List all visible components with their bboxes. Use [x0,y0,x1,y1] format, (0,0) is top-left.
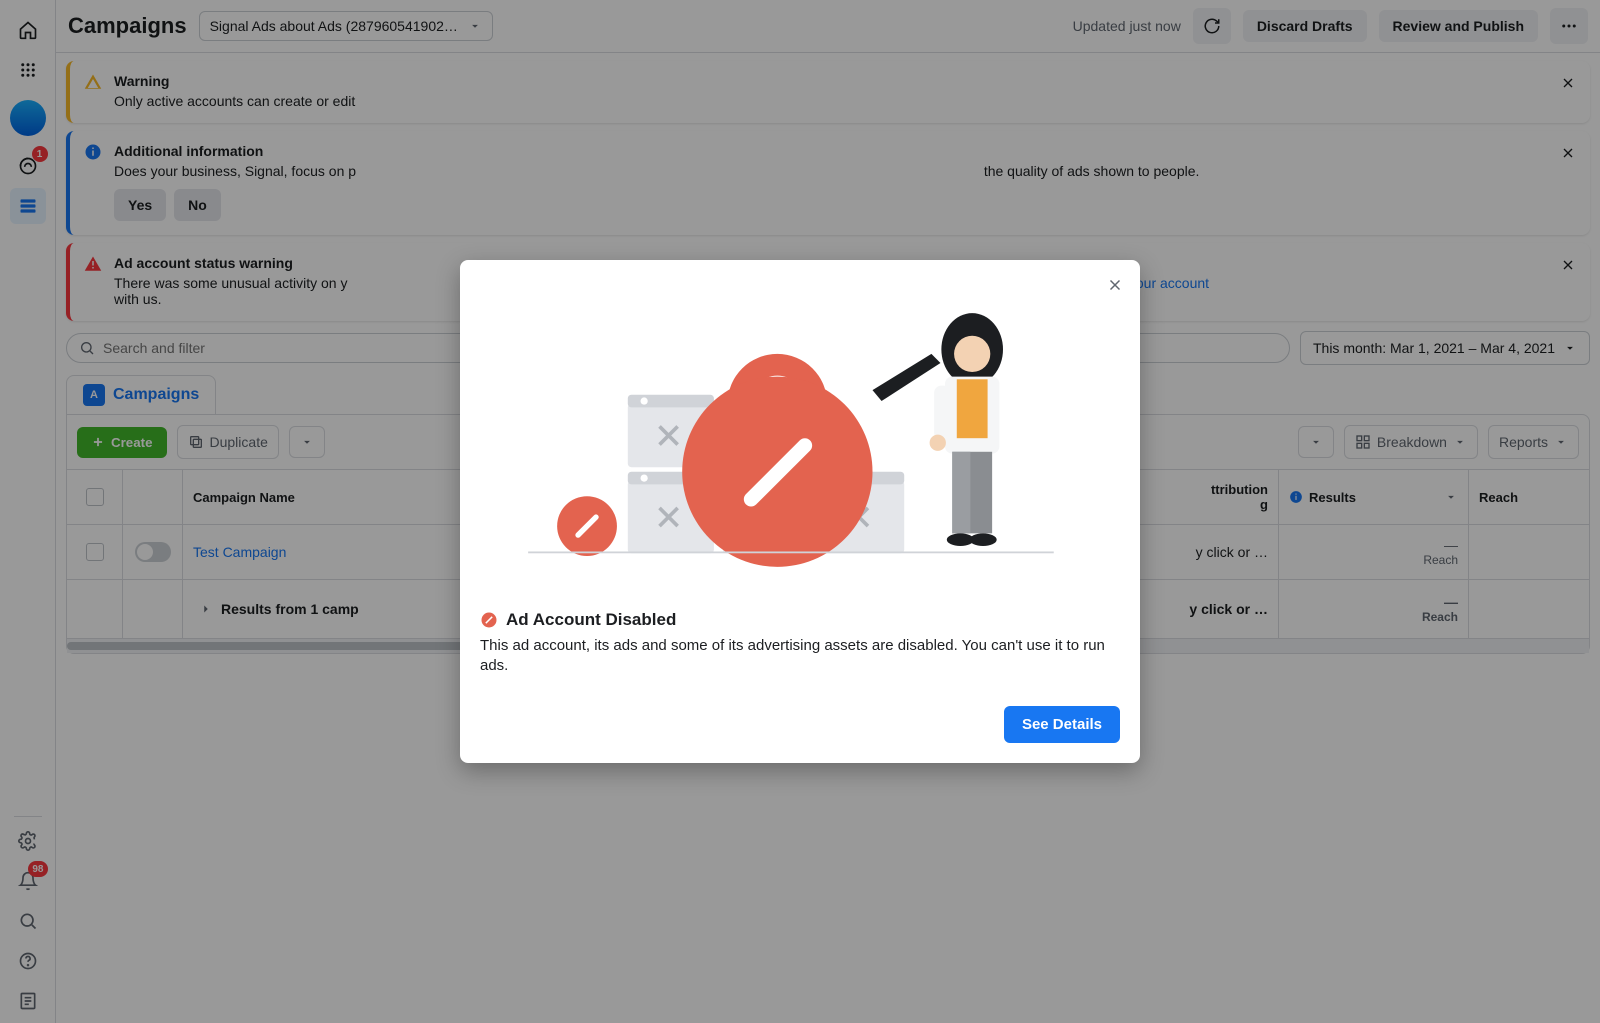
modal-text: This ad account, its ads and some of its… [480,636,1120,677]
see-details-button[interactable]: See Details [1004,706,1120,743]
modal-backdrop[interactable]: Ad Account Disabled This ad account, its… [0,0,1600,1023]
disabled-icon [480,611,498,629]
modal-title: Ad Account Disabled [506,610,676,630]
illustration [480,280,1120,590]
disabled-account-modal: Ad Account Disabled This ad account, its… [460,260,1140,764]
